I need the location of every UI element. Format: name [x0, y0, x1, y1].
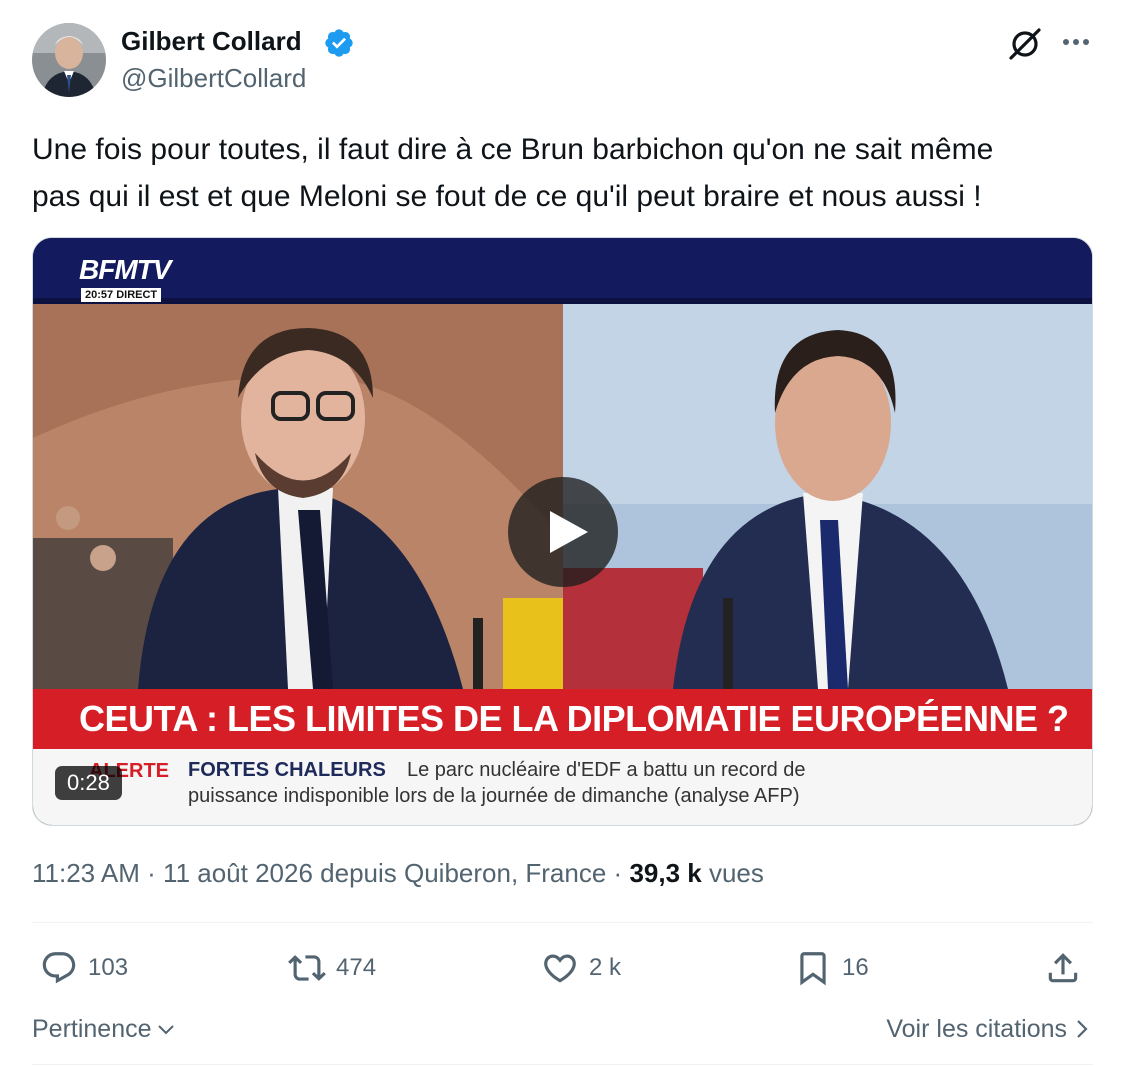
channel-logo: BFMTV [79, 254, 171, 285]
more-icon[interactable] [1058, 28, 1094, 56]
author-handle[interactable]: @GilbertCollard [121, 62, 306, 94]
repost-icon [288, 955, 326, 981]
divider [32, 1064, 1093, 1065]
chevron-right-icon [1077, 1020, 1088, 1038]
verified-badge-icon [323, 27, 355, 59]
video-player[interactable]: BFMTV 20:57 DIRECT CEUTA : LES LIMITES D… [32, 237, 1093, 826]
reply-count: 103 [88, 954, 129, 981]
video-headline: CEUTA : LES LIMITES DE LA DIPLOMATIE EUR… [33, 689, 1092, 749]
reply-button[interactable]: 103 [40, 946, 128, 990]
play-icon [550, 511, 588, 553]
share-button[interactable] [1044, 946, 1082, 990]
reply-icon [42, 952, 76, 984]
like-count: 2 k [589, 954, 622, 981]
tweet-text: Une fois pour toutes, il faut dire à ce … [32, 133, 994, 213]
divider [32, 922, 1093, 923]
share-icon [1048, 953, 1078, 983]
grok-icon[interactable] [1005, 24, 1045, 64]
quotes-label: Voir les citations [886, 1015, 1067, 1043]
view-quotes-link[interactable]: Voir les citations [886, 1012, 1089, 1046]
sort-dropdown[interactable]: Pertinence [32, 1012, 176, 1046]
author-name[interactable]: Gilbert Collard [121, 24, 302, 58]
tweet-meta: 11:23 AM · 11 août 2026 depuis Quiberon,… [32, 858, 764, 888]
views-count: 39,3 k [629, 858, 702, 888]
like-icon [544, 954, 576, 983]
repost-count: 474 [336, 954, 377, 981]
like-button[interactable]: 2 k [541, 946, 621, 990]
play-button[interactable] [508, 477, 618, 587]
ticker-line-1: Le parc nucléaire d'EDF a battu un recor… [407, 759, 806, 781]
ticker-line-2: puissance indisponible lors de la journé… [188, 785, 800, 807]
chevron-down-icon [157, 1025, 174, 1035]
ticker-heading: FORTES CHALEURS [188, 759, 386, 781]
bookmark-button[interactable]: 16 [794, 946, 869, 990]
news-ticker: ALERTE FORTES CHALEURS Le parc nucléaire… [33, 749, 1092, 825]
video-duration: 0:28 [55, 766, 122, 800]
bookmark-count: 16 [842, 954, 869, 981]
views-label: vues [708, 858, 764, 888]
tweet-date-location[interactable]: 11 août 2026 depuis Quiberon, France [163, 858, 606, 888]
tweet-time[interactable]: 11:23 AM [32, 858, 140, 888]
bookmark-icon [800, 952, 826, 986]
sort-label: Pertinence [32, 1015, 152, 1043]
avatar[interactable] [32, 23, 106, 97]
repost-button[interactable]: 474 [288, 946, 376, 990]
broadcast-time: 20:57 DIRECT [81, 288, 162, 302]
